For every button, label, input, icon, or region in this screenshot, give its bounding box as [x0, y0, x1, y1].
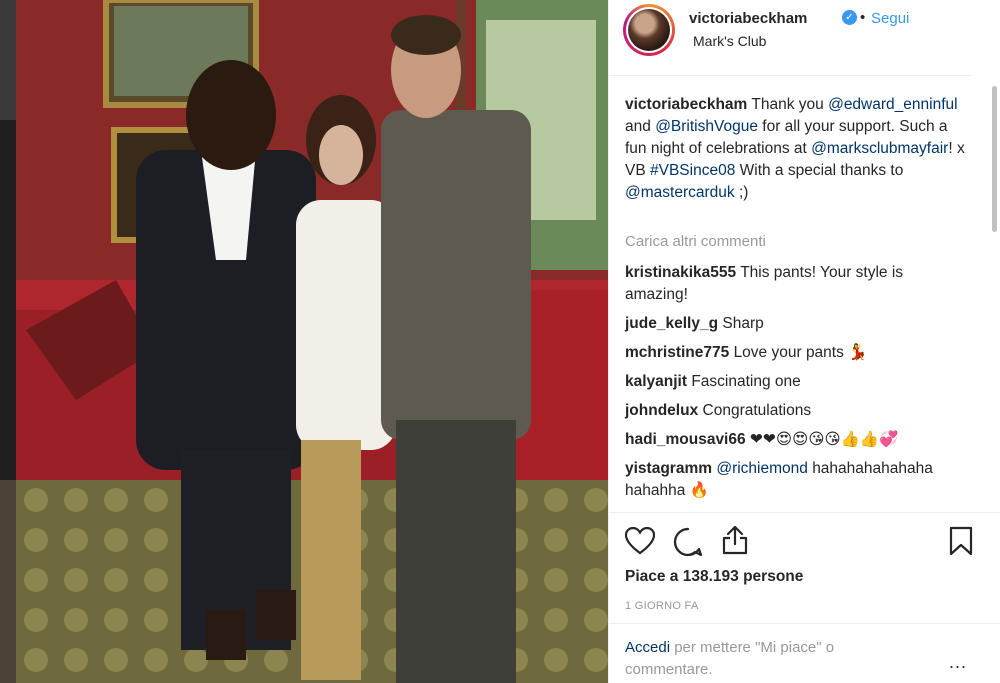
mention-link[interactable]: @mastercarduk: [625, 184, 735, 201]
heart-icon[interactable]: [625, 527, 655, 555]
mention-link[interactable]: @richiemond: [716, 460, 808, 477]
post-photo[interactable]: [16, 0, 608, 683]
comment-username[interactable]: jude_kelly_g: [625, 315, 718, 332]
photo-illustration: [16, 0, 608, 683]
follow-button[interactable]: Segui: [871, 10, 909, 27]
post-header: victoriabeckham ✓ • Segui Mark's Club: [609, 0, 971, 76]
list-item: yistagramm @richiemond hahahahahahaha ha…: [625, 458, 965, 502]
share-icon[interactable]: [721, 525, 749, 555]
login-text: Accedi per mettere "Mi piace" o commenta…: [625, 637, 925, 681]
comment-text: Congratulations: [702, 402, 812, 419]
comment-username[interactable]: kalyanjit: [625, 373, 687, 390]
mention-link[interactable]: @edward_enninful: [828, 96, 958, 113]
load-more-comments[interactable]: Carica altri commenti: [625, 233, 766, 250]
caption-text: Thank you: [751, 96, 824, 113]
bookmark-icon[interactable]: [949, 526, 973, 556]
comment-text: ❤❤😍😍😘😘👍👍💞: [749, 431, 899, 448]
comment-text: Love your pants 💃: [733, 344, 868, 361]
actions-bar: Piace a 138.193 persone 1 GIORNO FA Acce…: [609, 512, 1000, 683]
location-link[interactable]: Mark's Club: [693, 33, 766, 49]
separator-dot: •: [860, 9, 866, 26]
list-item: jude_kelly_g Sharp: [625, 313, 965, 335]
login-link[interactable]: Accedi: [625, 639, 670, 656]
comment-username[interactable]: kristinakika555: [625, 264, 736, 281]
avatar[interactable]: [623, 4, 675, 56]
list-item: hadi_mousavi66 ❤❤😍😍😘😘👍👍💞: [625, 429, 965, 451]
mention-link[interactable]: @marksclubmayfair: [811, 140, 948, 157]
background-page-strip: [0, 0, 16, 683]
login-prompt: Accedi per mettere "Mi piace" o commenta…: [609, 623, 1000, 683]
comment-username[interactable]: yistagramm: [625, 460, 712, 477]
list-item: kristinakika555 This pants! Your style i…: [625, 262, 965, 306]
caption-text: ;): [738, 184, 749, 201]
list-item: johndelux Congratulations: [625, 400, 965, 422]
comment-icon[interactable]: [673, 527, 703, 557]
list-item: mchristine775 Love your pants 💃: [625, 342, 965, 364]
scrollbar[interactable]: [992, 86, 997, 232]
hashtag-link[interactable]: #VBSince08: [650, 162, 735, 179]
list-item: kalyanjit Fascinating one: [625, 371, 965, 393]
caption-text: and: [625, 118, 651, 135]
likes-count[interactable]: Piace a 138.193 persone: [625, 568, 803, 586]
comment-username[interactable]: johndelux: [625, 402, 698, 419]
mention-link[interactable]: @BritishVogue: [655, 118, 758, 135]
header-username[interactable]: victoriabeckham: [689, 10, 807, 27]
comment-username[interactable]: mchristine775: [625, 344, 729, 361]
comments-list[interactable]: victoriabeckham Thank you @edward_enninf…: [609, 76, 979, 512]
comment-text: Sharp: [722, 315, 764, 332]
comment-text: Fascinating one: [691, 373, 801, 390]
caption-username[interactable]: victoriabeckham: [625, 96, 747, 113]
comment-username[interactable]: hadi_mousavi66: [625, 431, 746, 448]
caption: victoriabeckham Thank you @edward_enninf…: [625, 94, 965, 204]
more-options-icon[interactable]: ...: [949, 652, 967, 673]
post-sidebar: victoriabeckham ✓ • Segui Mark's Club vi…: [608, 0, 1000, 683]
caption-text: With a special thanks to: [739, 162, 904, 179]
verified-badge-icon: ✓: [842, 10, 857, 25]
post-timestamp[interactable]: 1 GIORNO FA: [625, 600, 699, 612]
